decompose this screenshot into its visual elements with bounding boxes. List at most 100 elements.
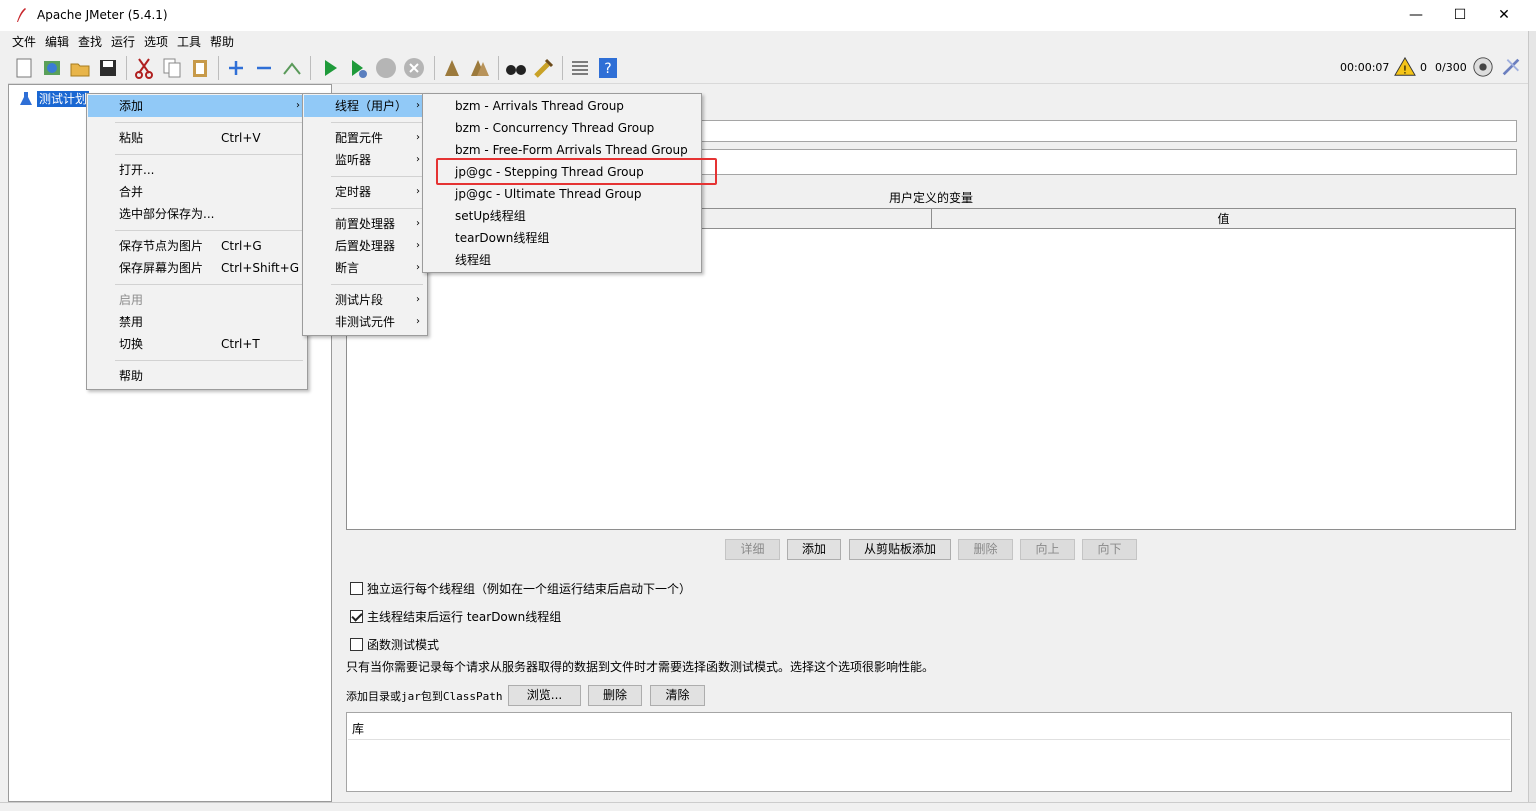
thread-group-teardown[interactable]: tearDown线程组 — [424, 227, 700, 249]
checkbox[interactable] — [350, 638, 363, 651]
stop-icon[interactable] — [374, 56, 398, 80]
user-defined-variables-title: 用户定义的变量 — [889, 191, 974, 205]
help-icon[interactable]: ? — [596, 56, 620, 80]
submenu-item-listener[interactable]: 监听器 › — [304, 149, 426, 171]
shutdown-icon[interactable] — [402, 56, 426, 80]
classpath-label: 添加目录或jar包到ClassPath — [346, 690, 503, 703]
submenu-item-pre-processor[interactable]: 前置处理器 › — [304, 213, 426, 235]
title-bar: Apache JMeter (5.4.1) — ☐ ✕ — [0, 0, 1536, 31]
templates-icon[interactable] — [40, 56, 64, 80]
option-label: 独立运行每个线程组（例如在一个组运行结束后启动下一个） — [367, 582, 692, 596]
submenu-item-post-processor[interactable]: 后置处理器 › — [304, 235, 426, 257]
delete-button[interactable]: 删除 — [958, 539, 1013, 560]
menu-item-toggle[interactable]: 切换 Ctrl+T — [88, 333, 306, 355]
thread-group-ultimate[interactable]: jp@gc - Ultimate Thread Group — [424, 183, 700, 205]
svg-text:!: ! — [1403, 63, 1407, 76]
log-viewer-icon[interactable] — [1500, 56, 1522, 78]
toggle-icon[interactable] — [280, 56, 304, 80]
comments-field[interactable] — [700, 149, 1517, 175]
context-menu: 添加 › 粘贴 Ctrl+V 打开... 合并 选中部分保存为... 保存节点为图片… — [86, 93, 308, 390]
save-icon[interactable] — [96, 56, 120, 80]
option-label: 主线程结束后运行 tearDown线程组 — [367, 610, 562, 624]
menu-search[interactable]: 查找 — [78, 33, 102, 50]
menu-options[interactable]: 选项 — [144, 33, 168, 50]
functional-test-mode-option[interactable]: 函数测试模式 — [350, 636, 439, 653]
submenu-item-non-test-elements[interactable]: 非测试元件 › — [304, 311, 426, 333]
clear-all-icon[interactable] — [468, 56, 492, 80]
library-header: 库 — [348, 714, 1510, 740]
annotation-highlight — [436, 158, 717, 185]
menu-item-open[interactable]: 打开... — [88, 159, 306, 181]
open-icon[interactable] — [68, 56, 92, 80]
run-groups-consecutively-option[interactable]: 独立运行每个线程组（例如在一个组运行结束后启动下一个） — [350, 580, 691, 597]
submenu-item-test-fragment[interactable]: 测试片段 › — [304, 289, 426, 311]
browse-button[interactable]: 浏览... — [508, 685, 581, 706]
menu-item-save-node-image[interactable]: 保存节点为图片 Ctrl+G — [88, 235, 306, 257]
classpath-clear-button[interactable]: 清除 — [650, 685, 705, 706]
menu-item-disable[interactable]: 禁用 — [88, 311, 306, 333]
start-no-pauses-icon[interactable] — [346, 56, 370, 80]
active-threads: 0/300 — [1435, 61, 1467, 74]
paste-icon[interactable] — [188, 56, 212, 80]
submenu-item-threads[interactable]: 线程（用户） › — [304, 95, 426, 117]
tree-node-label[interactable]: 测试计划 — [37, 91, 90, 107]
library-list[interactable]: 库 — [346, 712, 1512, 792]
collapse-icon[interactable] — [252, 56, 276, 80]
move-up-button[interactable]: 向上 — [1020, 539, 1075, 560]
cut-icon[interactable] — [132, 56, 156, 80]
menu-item-save-selection-as[interactable]: 选中部分保存为... — [88, 203, 306, 225]
detail-button[interactable]: 详细 — [725, 539, 780, 560]
thread-group-bzm-arrivals[interactable]: bzm - Arrivals Thread Group — [424, 95, 700, 117]
menu-item-add[interactable]: 添加 › — [88, 95, 306, 117]
submenu-item-config-element[interactable]: 配置元件 › — [304, 127, 426, 149]
column-value: 值 — [931, 209, 1515, 229]
add-button[interactable]: 添加 — [787, 539, 841, 560]
run-teardown-option[interactable]: 主线程结束后运行 tearDown线程组 — [350, 608, 561, 625]
menu-file[interactable]: 文件 — [12, 33, 36, 50]
menu-item-help[interactable]: 帮助 — [88, 365, 306, 387]
elapsed-timer: 00:00:07 — [1340, 61, 1390, 74]
submenu-item-assertion[interactable]: 断言 › — [304, 257, 426, 279]
tree-node-test-plan[interactable]: 测试计划 — [19, 90, 90, 108]
status-bar — [0, 802, 1536, 811]
menu-item-merge[interactable]: 合并 — [88, 181, 306, 203]
jmeter-feather-icon — [17, 8, 26, 22]
functional-mode-note: 只有当你需要记录每个请求从服务器取得的数据到文件时才需要选择函数测试模式。选择这… — [346, 660, 935, 674]
start-icon[interactable] — [318, 56, 342, 80]
copy-icon[interactable] — [160, 56, 184, 80]
submenu-item-timer[interactable]: 定时器 › — [304, 181, 426, 203]
thread-group-bzm-concurrency[interactable]: bzm - Concurrency Thread Group — [424, 117, 700, 139]
move-down-button[interactable]: 向下 — [1082, 539, 1137, 560]
thread-group-basic[interactable]: 线程组 — [424, 249, 700, 271]
menu-item-enable: 启用 — [119, 293, 144, 307]
classpath-delete-button[interactable]: 删除 — [588, 685, 642, 706]
menu-run[interactable]: 运行 — [111, 33, 135, 50]
checkbox-checked[interactable] — [350, 610, 363, 623]
function-helper-icon[interactable] — [568, 56, 592, 80]
add-from-clipboard-button[interactable]: 从剪贴板添加 — [849, 539, 951, 560]
menu-tools[interactable]: 工具 — [177, 33, 201, 50]
remote-status-icon[interactable] — [1472, 56, 1494, 78]
clear-icon[interactable] — [440, 56, 464, 80]
checkbox[interactable] — [350, 582, 363, 595]
option-label: 函数测试模式 — [367, 638, 440, 652]
right-edge — [1528, 31, 1536, 802]
thread-group-setup[interactable]: setUp线程组 — [424, 205, 700, 227]
name-field[interactable] — [700, 120, 1517, 142]
menu-item-paste[interactable]: 粘贴 Ctrl+V — [88, 127, 306, 149]
maximize-button[interactable]: ☐ — [1437, 0, 1483, 31]
menu-edit[interactable]: 编辑 — [45, 33, 69, 50]
warning-count: 0 — [1420, 61, 1427, 74]
reset-search-icon[interactable] — [532, 56, 556, 80]
close-button[interactable]: ✕ — [1481, 0, 1527, 31]
expand-icon[interactable] — [224, 56, 248, 80]
new-icon[interactable] — [12, 56, 36, 80]
toolbar: ? 00:00:07 ! 0 0/300 — [8, 52, 1528, 84]
search-icon[interactable] — [504, 56, 528, 80]
menu-item-save-screen-image[interactable]: 保存屏幕为图片 Ctrl+Shift+G — [88, 257, 306, 279]
menu-bar: 文件 编辑 查找 运行 选项 工具 帮助 — [8, 31, 1528, 51]
menu-help[interactable]: 帮助 — [210, 33, 234, 50]
add-submenu: 线程（用户） › 配置元件 › 监听器 › 定时器 › 前置处理器 › 后置处理器 › 断言… — [302, 93, 428, 336]
warning-icon[interactable]: ! — [1394, 56, 1416, 78]
minimize-button[interactable]: — — [1393, 0, 1439, 31]
